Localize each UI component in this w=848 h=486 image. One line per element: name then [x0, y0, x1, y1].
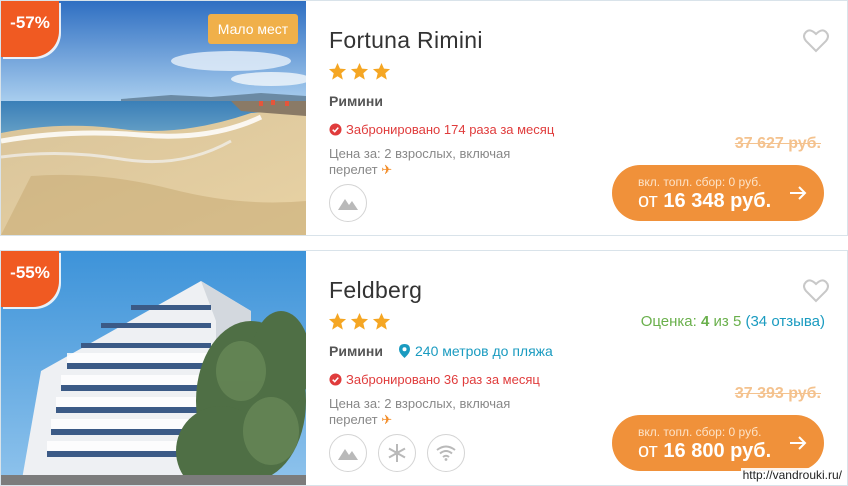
old-price: 37 627 руб. [734, 135, 821, 152]
rating: Оценка: 4 из 5 (34 отзыва) [641, 313, 825, 330]
price-button[interactable]: вкл. топл. сбор: 0 руб. от 16 348 руб. [612, 165, 824, 221]
price-for: Цена за: 2 взрослых, включая перелет ✈ [329, 396, 539, 428]
star-rating [328, 62, 391, 81]
star-icon [350, 312, 369, 330]
hotel-name[interactable]: Feldberg [329, 277, 422, 304]
star-icon [372, 62, 391, 80]
booked-count: Забронировано 174 раза за месяц [329, 122, 554, 137]
few-places-badge: Мало мест [208, 14, 298, 44]
price-label: от 16 800 руб. [638, 440, 771, 463]
plane-icon: ✈ [381, 162, 393, 177]
wifi-icon [427, 434, 465, 472]
price-prefix: от [638, 190, 658, 212]
star-icon [328, 312, 347, 330]
discount-badge: -55% [1, 251, 59, 307]
price-amount: 16 800 руб. [663, 440, 772, 462]
star-icon [328, 62, 347, 80]
fuel-fee-note: вкл. топл. сбор: 0 руб. [638, 425, 762, 439]
amenities [329, 434, 465, 472]
price-button[interactable]: вкл. топл. сбор: 0 руб. от 16 800 руб. [612, 415, 824, 471]
star-icon [350, 62, 369, 80]
location-pin-icon [399, 344, 410, 358]
booked-text: Забронировано 174 раза за месяц [346, 122, 555, 137]
arrow-right-icon [790, 436, 807, 450]
price-for-text: Цена за: 2 взрослых, включая перелет [329, 146, 511, 177]
hotel-name[interactable]: Fortuna Rimini [329, 27, 483, 54]
price-label: от 16 348 руб. [638, 190, 771, 213]
beach-distance[interactable]: 240 метров до пляжа [399, 343, 553, 359]
watermark: http://vandrouki.ru/ [740, 468, 844, 482]
rating-scale: из 5 [713, 313, 742, 330]
star-icon [372, 312, 391, 330]
city-label: Римини [329, 343, 383, 359]
booked-count: Забронировано 36 раз за месяц [329, 372, 540, 387]
rating-label: Оценка: [640, 313, 697, 330]
mountain-icon [329, 184, 367, 222]
amenities [329, 184, 367, 222]
price-for: Цена за: 2 взрослых, включая перелет ✈ [329, 146, 539, 178]
price-amount: 16 348 руб. [663, 190, 772, 212]
booked-text: Забронировано 36 раз за месяц [346, 372, 540, 387]
price-for-text: Цена за: 2 взрослых, включая перелет [329, 396, 511, 427]
mountain-icon [329, 434, 367, 472]
hotel-card[interactable]: -55% Feldberg Римини 240 метров до пляжа… [0, 250, 848, 486]
favorite-heart-icon[interactable] [803, 279, 829, 303]
star-rating [328, 312, 391, 331]
discount-badge: -57% [1, 1, 59, 57]
reviews-link[interactable]: (34 отзыва) [745, 313, 825, 330]
beach-distance-text: 240 метров до пляжа [415, 343, 553, 359]
check-badge-icon [329, 373, 342, 386]
fuel-fee-note: вкл. топл. сбор: 0 руб. [638, 175, 762, 189]
old-price: 37 393 руб. [734, 385, 821, 402]
hotel-card[interactable]: -57% Мало мест Fortuna Rimini Римини Заб… [0, 0, 848, 236]
rating-score: 4 [701, 313, 710, 330]
arrow-right-icon [790, 186, 807, 200]
city-label: Римини [329, 93, 383, 109]
favorite-heart-icon[interactable] [803, 29, 829, 53]
check-badge-icon [329, 123, 342, 136]
price-prefix: от [638, 440, 658, 462]
plane-icon: ✈ [381, 412, 393, 427]
snowflake-icon [378, 434, 416, 472]
